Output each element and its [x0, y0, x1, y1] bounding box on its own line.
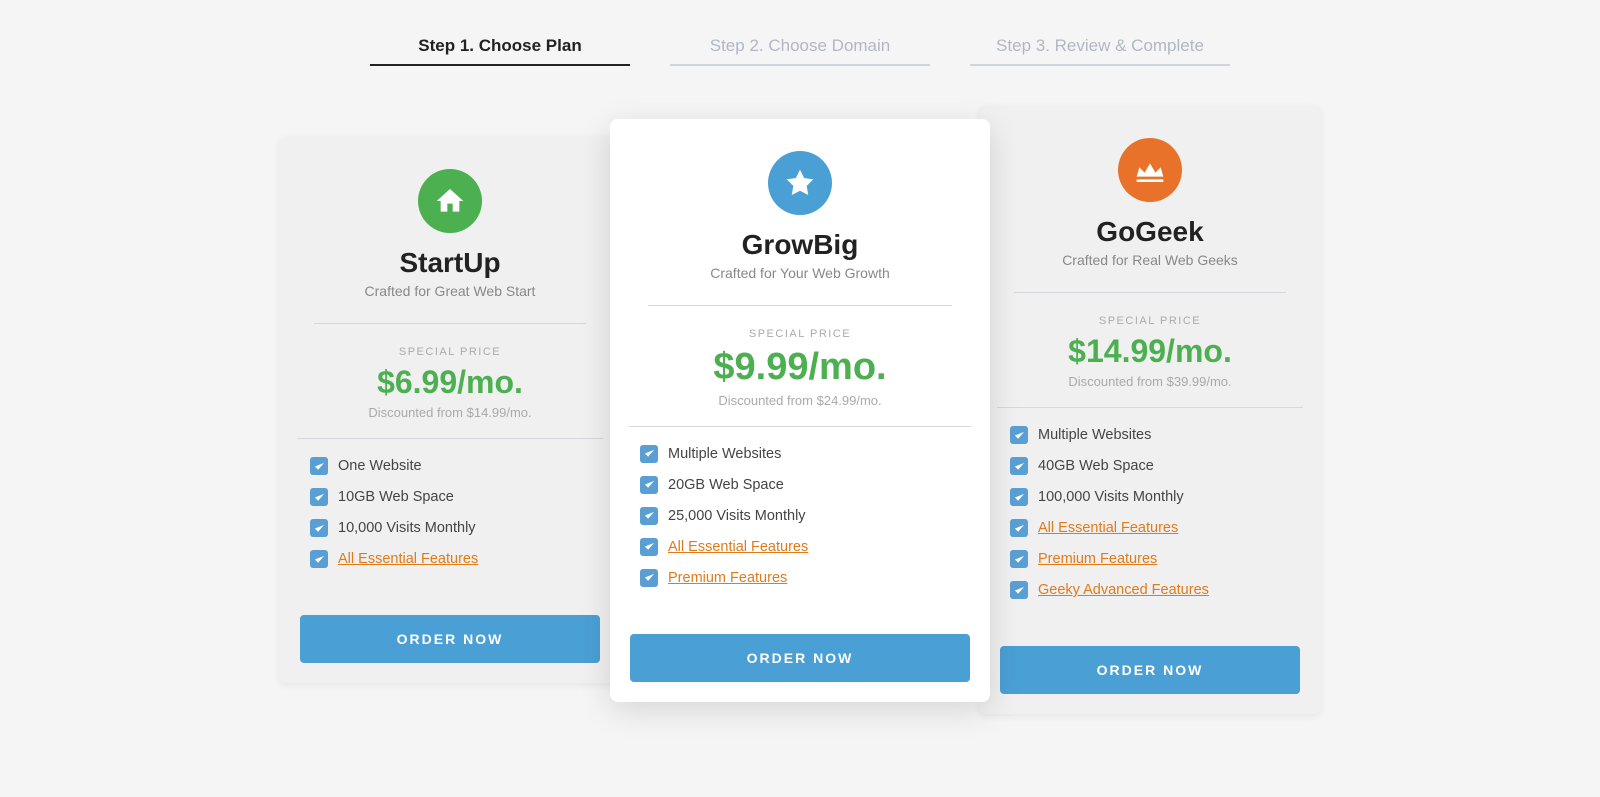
- plans-container: StartUp Crafted for Great Web Start SPEC…: [0, 106, 1600, 714]
- check-icon: [310, 519, 328, 537]
- list-item: All Essential Features: [640, 538, 960, 556]
- feature-text: 10,000 Visits Monthly: [338, 520, 476, 536]
- growbig-icon: [768, 151, 832, 215]
- check-icon: [310, 457, 328, 475]
- growbig-features: Multiple Websites 20GB Web Space 25,000 …: [610, 445, 990, 620]
- gogeek-cta: ORDER NOW: [980, 632, 1320, 714]
- startup-pricing: SPECIAL PRICE $6.99/mo. Discounted from …: [280, 324, 620, 438]
- list-item: Multiple Websites: [1010, 426, 1290, 444]
- feature-text: 20GB Web Space: [668, 477, 784, 493]
- startup-name: StartUp: [399, 247, 500, 279]
- list-item: 20GB Web Space: [640, 476, 960, 494]
- crown-icon: [1134, 154, 1166, 186]
- list-item: All Essential Features: [1010, 519, 1290, 537]
- check-icon: [640, 476, 658, 494]
- house-icon: [434, 185, 466, 217]
- startup-price-original: Discounted from $14.99/mo.: [368, 405, 531, 420]
- step-3: Step 3. Review & Complete: [970, 36, 1230, 66]
- step-3-label: Step 3. Review & Complete: [996, 36, 1204, 64]
- check-icon: [310, 550, 328, 568]
- feature-text: 10GB Web Space: [338, 489, 454, 505]
- plan-growbig: GrowBig Crafted for Your Web Growth SPEC…: [610, 119, 990, 702]
- startup-order-button[interactable]: ORDER NOW: [300, 615, 600, 663]
- check-icon: [640, 507, 658, 525]
- list-item: 10GB Web Space: [310, 488, 590, 506]
- gogeek-special-label: SPECIAL PRICE: [1099, 315, 1201, 327]
- feature-link[interactable]: Premium Features: [1038, 551, 1157, 567]
- plan-gogeek-header: GoGeek Crafted for Real Web Geeks: [980, 106, 1320, 292]
- step-3-line: [970, 64, 1230, 66]
- growbig-features-divider: [629, 426, 971, 427]
- check-icon: [640, 538, 658, 556]
- step-1-label: Step 1. Choose Plan: [418, 36, 581, 64]
- check-icon: [640, 569, 658, 587]
- gogeek-features: Multiple Websites 40GB Web Space 100,000…: [980, 426, 1320, 632]
- startup-tagline: Crafted for Great Web Start: [365, 283, 536, 299]
- feature-text: Multiple Websites: [668, 446, 781, 462]
- growbig-order-button[interactable]: ORDER NOW: [630, 634, 970, 682]
- plan-startup: StartUp Crafted for Great Web Start SPEC…: [280, 137, 620, 683]
- feature-text: 25,000 Visits Monthly: [668, 508, 806, 524]
- startup-features-divider: [297, 438, 603, 439]
- feature-text: Multiple Websites: [1038, 427, 1151, 443]
- list-item: 40GB Web Space: [1010, 457, 1290, 475]
- feature-text: 40GB Web Space: [1038, 458, 1154, 474]
- gogeek-tagline: Crafted for Real Web Geeks: [1062, 252, 1238, 268]
- plan-gogeek: GoGeek Crafted for Real Web Geeks SPECIA…: [980, 106, 1320, 714]
- list-item: All Essential Features: [310, 550, 590, 568]
- plan-growbig-header: GrowBig Crafted for Your Web Growth: [610, 119, 990, 305]
- growbig-pricing: SPECIAL PRICE $9.99/mo. Discounted from …: [610, 306, 990, 426]
- startup-icon: [418, 169, 482, 233]
- list-item: One Website: [310, 457, 590, 475]
- gogeek-name: GoGeek: [1096, 216, 1203, 248]
- check-icon: [640, 445, 658, 463]
- list-item: Geeky Advanced Features: [1010, 581, 1290, 599]
- plan-startup-header: StartUp Crafted for Great Web Start: [280, 137, 620, 323]
- feature-text: 100,000 Visits Monthly: [1038, 489, 1184, 505]
- step-1-line: [370, 64, 630, 66]
- gogeek-price: $14.99/mo.: [1068, 333, 1232, 370]
- check-icon: [1010, 519, 1028, 537]
- list-item: Multiple Websites: [640, 445, 960, 463]
- gogeek-price-original: Discounted from $39.99/mo.: [1068, 374, 1231, 389]
- check-icon: [1010, 426, 1028, 444]
- list-item: 25,000 Visits Monthly: [640, 507, 960, 525]
- steps-nav: Step 1. Choose Plan Step 2. Choose Domai…: [0, 0, 1600, 106]
- step-1[interactable]: Step 1. Choose Plan: [370, 36, 630, 66]
- startup-special-label: SPECIAL PRICE: [399, 346, 501, 358]
- gogeek-features-divider: [997, 407, 1303, 408]
- feature-link[interactable]: All Essential Features: [338, 551, 478, 567]
- check-icon: [1010, 550, 1028, 568]
- check-icon: [310, 488, 328, 506]
- check-icon: [1010, 457, 1028, 475]
- step-2-line: [670, 64, 930, 66]
- feature-link[interactable]: All Essential Features: [668, 539, 808, 555]
- gogeek-order-button[interactable]: ORDER NOW: [1000, 646, 1300, 694]
- feature-link[interactable]: Premium Features: [668, 570, 787, 586]
- gogeek-icon: [1118, 138, 1182, 202]
- list-item: Premium Features: [1010, 550, 1290, 568]
- check-icon: [1010, 581, 1028, 599]
- growbig-name: GrowBig: [742, 229, 859, 261]
- list-item: 100,000 Visits Monthly: [1010, 488, 1290, 506]
- startup-price: $6.99/mo.: [377, 364, 523, 401]
- gogeek-pricing: SPECIAL PRICE $14.99/mo. Discounted from…: [980, 293, 1320, 407]
- startup-features: One Website 10GB Web Space 10,000 Visits…: [280, 457, 620, 601]
- check-icon: [1010, 488, 1028, 506]
- startup-cta: ORDER NOW: [280, 601, 620, 683]
- list-item: Premium Features: [640, 569, 960, 587]
- star-icon: [784, 167, 816, 199]
- feature-link[interactable]: All Essential Features: [1038, 520, 1178, 536]
- feature-link[interactable]: Geeky Advanced Features: [1038, 582, 1209, 598]
- step-2: Step 2. Choose Domain: [670, 36, 930, 66]
- growbig-special-label: SPECIAL PRICE: [749, 328, 851, 340]
- growbig-cta: ORDER NOW: [610, 620, 990, 702]
- growbig-price-original: Discounted from $24.99/mo.: [718, 393, 881, 408]
- step-2-label: Step 2. Choose Domain: [710, 36, 891, 64]
- growbig-tagline: Crafted for Your Web Growth: [710, 265, 890, 281]
- feature-text: One Website: [338, 458, 422, 474]
- list-item: 10,000 Visits Monthly: [310, 519, 590, 537]
- growbig-price: $9.99/mo.: [713, 346, 886, 389]
